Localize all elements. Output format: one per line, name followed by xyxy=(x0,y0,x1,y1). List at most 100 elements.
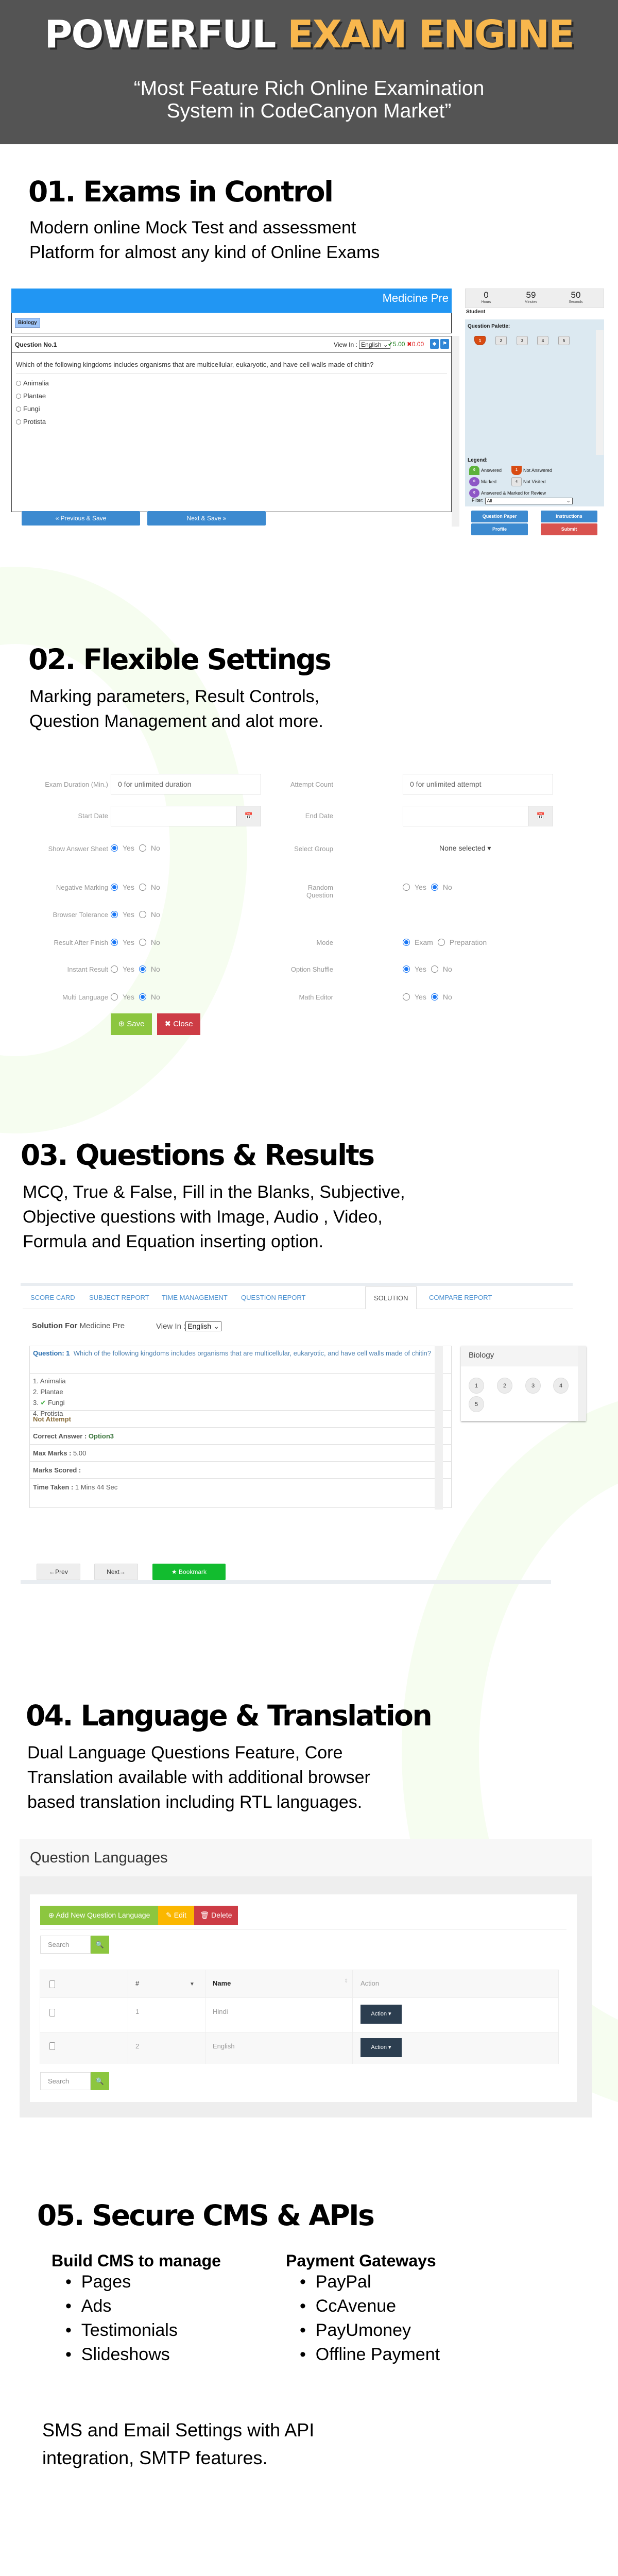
payment-list-item: • Offline Payment xyxy=(300,2345,440,2364)
positive-marks: ✔5.00 xyxy=(388,341,405,348)
row-checkbox[interactable] xyxy=(49,2042,55,2050)
radio-yes[interactable] xyxy=(111,939,118,946)
instructions-button[interactable]: Instructions xyxy=(541,511,597,522)
option-item[interactable]: Animalia xyxy=(16,379,451,387)
subject-button-biology[interactable]: Biology xyxy=(15,318,40,328)
radio-no[interactable] xyxy=(431,884,438,891)
profile-button[interactable]: Profile xyxy=(471,523,528,535)
column-header-number[interactable]: # xyxy=(135,1979,139,1987)
subject-panel-scrollbar[interactable] xyxy=(578,1346,586,1421)
sort-desc-icon[interactable]: ▼ xyxy=(190,1981,195,1987)
radio-yes[interactable] xyxy=(111,884,118,891)
radio-preparation[interactable] xyxy=(437,939,445,946)
tab-score-card[interactable]: SCORE CARD xyxy=(30,1286,75,1309)
multi-language-label: Multi Language xyxy=(62,993,108,1001)
search-input-top[interactable]: Search xyxy=(40,1936,91,1954)
show-answer-sheet-radio: Yes No xyxy=(111,844,160,852)
row-checkbox[interactable] xyxy=(49,2009,55,2016)
radio-no[interactable] xyxy=(139,993,146,1001)
hero-title: POWERFUL EXAM ENGINE xyxy=(44,12,574,57)
action-dropdown-button[interactable]: Action ▾ xyxy=(360,2038,402,2057)
flag-icon[interactable]: ⚑ xyxy=(440,339,449,349)
radio-yes[interactable] xyxy=(111,844,118,852)
scrollbar[interactable] xyxy=(452,336,459,527)
radio-no[interactable] xyxy=(431,993,438,1001)
filter-select[interactable]: All ⌄ xyxy=(485,498,573,504)
previous-save-button[interactable]: « Previous & Save xyxy=(22,511,140,526)
column-header-name[interactable]: Name xyxy=(213,1979,231,1987)
end-date-input[interactable]: 📅 xyxy=(403,806,553,826)
bookmark-button[interactable]: ★ Bookmark xyxy=(152,1564,226,1580)
radio-no[interactable] xyxy=(139,844,146,852)
search-button-bottom[interactable]: 🔍 xyxy=(91,2072,109,2090)
question-circle[interactable]: 2 xyxy=(497,1378,512,1394)
subject-panel-title: Biology xyxy=(461,1346,578,1366)
option-item[interactable]: Protista xyxy=(16,418,451,426)
payment-list-item: • PayPal xyxy=(300,2272,371,2292)
radio-yes[interactable] xyxy=(403,993,410,1001)
select-all-checkbox[interactable] xyxy=(49,1980,55,1988)
search-button-top[interactable]: 🔍 xyxy=(91,1936,109,1954)
palette-question-2[interactable]: 2 xyxy=(495,336,507,345)
question-languages-panel: Question Languages ⊕ Add New Question La… xyxy=(20,1839,592,2117)
radio-yes[interactable] xyxy=(111,911,118,918)
radio-button[interactable] xyxy=(16,406,21,412)
tab-solution[interactable]: SOLUTION xyxy=(365,1286,417,1309)
language-select[interactable]: English ⌄ xyxy=(359,341,390,349)
radio-yes[interactable] xyxy=(403,965,410,973)
solution-language-select[interactable]: English ⌄ xyxy=(185,1321,221,1331)
submit-button[interactable]: Submit xyxy=(541,523,597,535)
action-dropdown-button[interactable]: Action ▾ xyxy=(360,2005,402,2024)
option-item[interactable]: Plantae xyxy=(16,392,451,400)
delete-button[interactable]: 🗑 Delete xyxy=(194,1906,238,1925)
radio-yes[interactable] xyxy=(111,965,118,973)
prev-button[interactable]: ←Prev xyxy=(37,1564,80,1580)
next-button[interactable]: Next→ xyxy=(94,1564,138,1580)
radio-yes[interactable] xyxy=(111,993,118,1001)
palette-question-1[interactable]: 1 xyxy=(474,336,486,345)
palette-question-4[interactable]: 4 xyxy=(537,336,548,345)
radio-no[interactable] xyxy=(139,939,146,946)
languages-table: # ▼ Name ⇕ Action 1 Hindi Action ▾ 2 Eng… xyxy=(40,1970,559,2064)
question-circle[interactable]: 3 xyxy=(525,1378,541,1394)
palette-question-3[interactable]: 3 xyxy=(517,336,528,345)
edit-button[interactable]: ✎ Edit xyxy=(158,1906,194,1925)
sort-icon[interactable]: ⇕ xyxy=(344,1978,348,1984)
radio-button[interactable] xyxy=(16,419,21,425)
browser-tolerance-label: Browser Tolerance xyxy=(53,911,108,919)
radio-exam[interactable] xyxy=(403,939,410,946)
report-icon[interactable]: ◆ xyxy=(430,339,439,349)
select-group-dropdown[interactable]: None selected ▾ xyxy=(439,844,491,853)
option-item[interactable]: Fungi xyxy=(16,405,451,413)
close-button[interactable]: ✖ Close xyxy=(157,1013,200,1035)
search-input-bottom[interactable]: Search xyxy=(40,2072,91,2090)
question-paper-button[interactable]: Question Paper xyxy=(471,511,528,522)
radio-no[interactable] xyxy=(139,884,146,891)
add-language-button[interactable]: ⊕ Add New Question Language xyxy=(40,1906,158,1925)
exam-duration-input[interactable]: 0 for unlimited duration xyxy=(111,774,261,794)
next-save-button[interactable]: Next & Save » xyxy=(147,511,266,526)
radio-button[interactable] xyxy=(16,380,21,386)
radio-no[interactable] xyxy=(139,965,146,973)
calendar-icon[interactable]: 📅 xyxy=(236,806,261,826)
radio-yes[interactable] xyxy=(403,884,410,891)
palette-scrollbar[interactable] xyxy=(596,330,604,455)
calendar-icon[interactable]: 📅 xyxy=(528,806,553,826)
radio-no[interactable] xyxy=(139,911,146,918)
question-circle[interactable]: 4 xyxy=(553,1378,569,1394)
solution-scrollbar[interactable] xyxy=(435,1346,443,1510)
radio-no[interactable] xyxy=(431,965,438,973)
solution-question: Question: 1 Which of the following kingd… xyxy=(33,1349,432,1357)
tab-time-management[interactable]: TIME MANAGEMENT xyxy=(162,1286,228,1309)
tab-question-report[interactable]: QUESTION REPORT xyxy=(241,1286,305,1309)
question-circle[interactable]: 5 xyxy=(469,1396,484,1412)
solution-options: 1. Animalia 2. Plantae 3. ✔ Fungi 4. Pro… xyxy=(30,1373,451,1417)
save-button[interactable]: ⊕ Save xyxy=(111,1013,152,1035)
start-date-input[interactable]: 📅 xyxy=(111,806,261,826)
tab-subject-report[interactable]: SUBJECT REPORT xyxy=(89,1286,149,1309)
palette-question-5[interactable]: 5 xyxy=(558,336,570,345)
attempt-count-input[interactable]: 0 for unlimited attempt xyxy=(403,774,553,794)
tab-compare-report[interactable]: COMPARE REPORT xyxy=(429,1286,492,1309)
question-circle[interactable]: 1 xyxy=(469,1378,484,1394)
radio-button[interactable] xyxy=(16,393,21,399)
